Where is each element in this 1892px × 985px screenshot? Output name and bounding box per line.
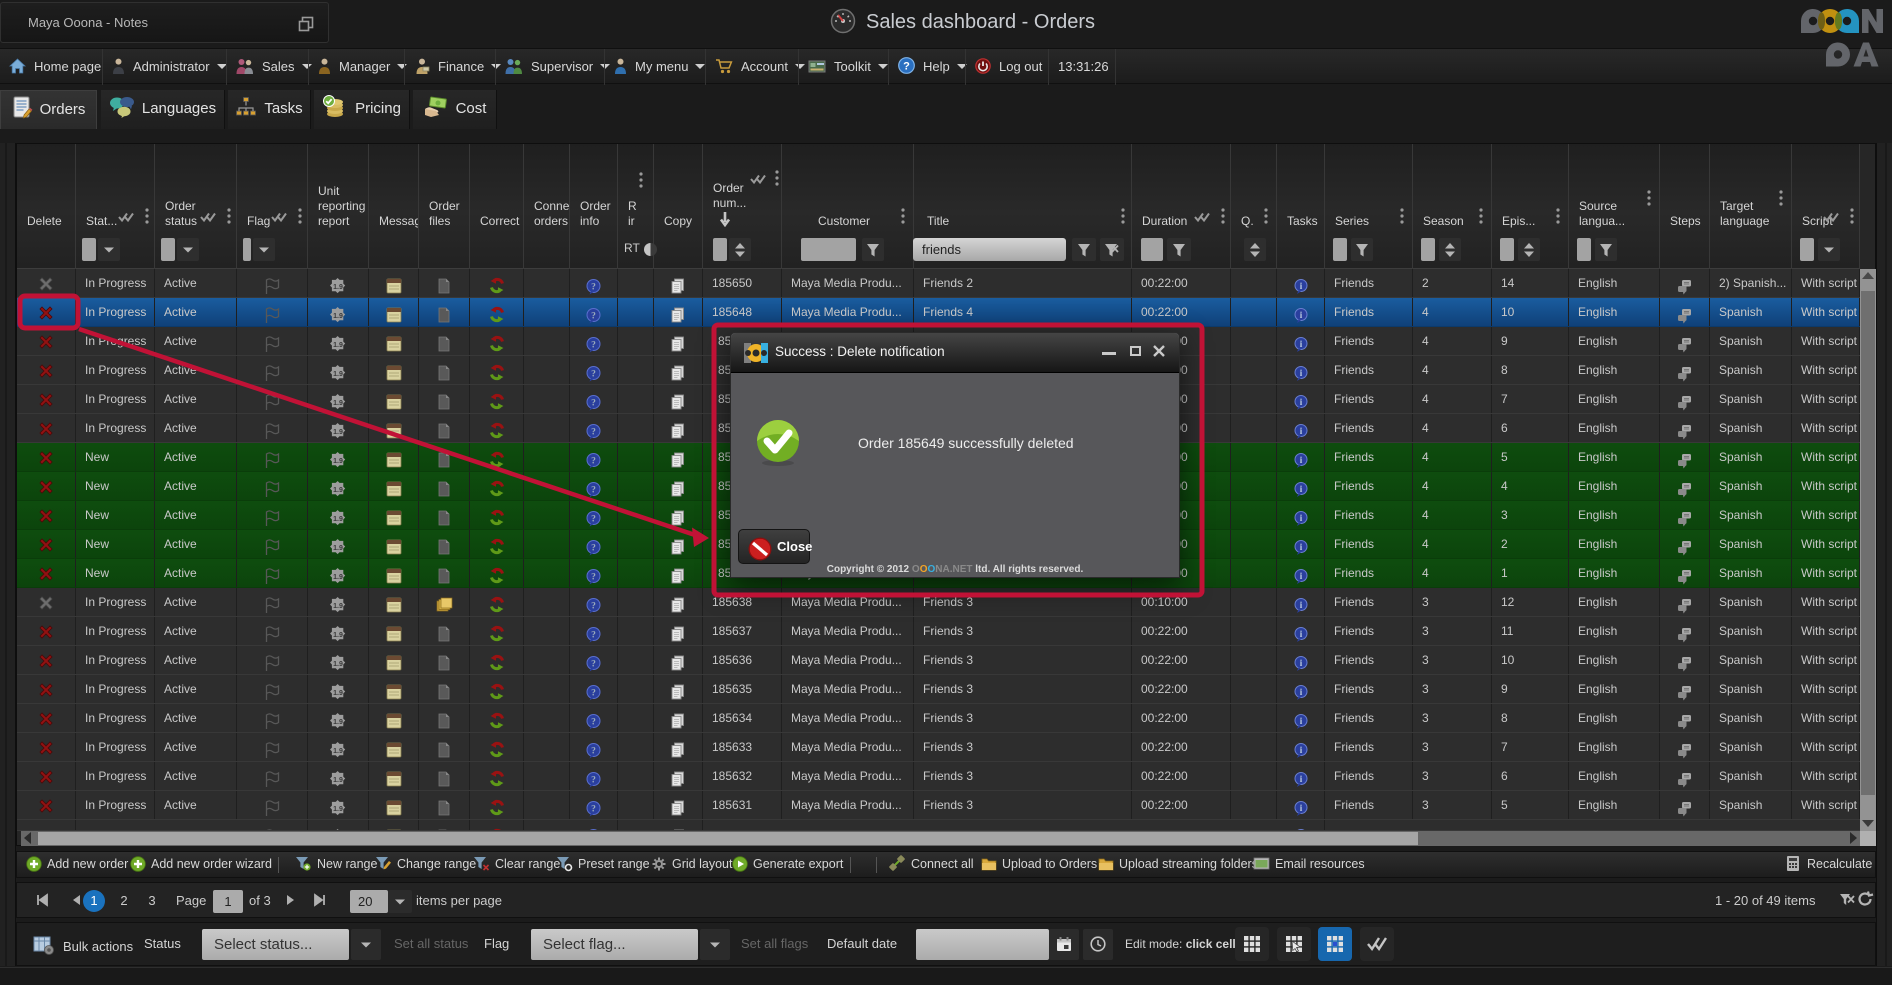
svg-text:?: ?: [903, 61, 910, 73]
